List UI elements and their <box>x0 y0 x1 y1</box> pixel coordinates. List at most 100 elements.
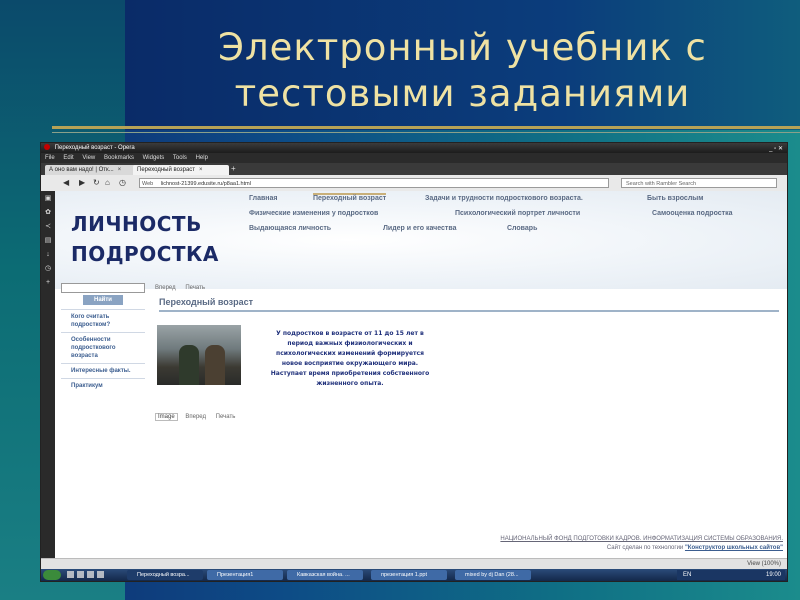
add-panel-icon[interactable]: + <box>44 279 52 287</box>
taskbar-item[interactable]: mixed by dj Dan (28... <box>455 570 531 580</box>
menu-file[interactable]: File <box>45 155 55 161</box>
nav-self-esteem[interactable]: Самооценка подростка <box>652 210 732 217</box>
new-tab-icon[interactable]: + <box>231 165 236 173</box>
nav-leader[interactable]: Лидер и его качества <box>383 225 456 232</box>
address-bar[interactable]: Web lichnost-21399.edusite.ru/p8aa1.html <box>139 178 609 188</box>
taskbar-item[interactable]: Переходный возра... <box>127 570 203 580</box>
widgets-panel-icon[interactable]: ✿ <box>44 209 52 217</box>
close-tab-icon[interactable]: × <box>118 167 122 173</box>
side-panel: ▣ ✿ ≺ ▤ ↓ ◷ + <box>41 191 55 559</box>
menu-widgets[interactable]: Widgets <box>143 155 165 161</box>
title-divider <box>52 126 800 129</box>
forward-link[interactable]: Вперед <box>185 414 206 420</box>
start-button[interactable] <box>43 570 61 580</box>
language-indicator[interactable]: EN <box>683 570 691 580</box>
forward-link[interactable]: Вперед <box>155 285 176 291</box>
print-link[interactable]: Печать <box>185 285 205 291</box>
left-menu-item[interactable]: Интересные факты. <box>61 363 145 378</box>
site-search-input[interactable] <box>61 283 145 293</box>
footer-credits: Сайт сделан по технологии "Конструктор ш… <box>403 544 783 553</box>
teen-photo <box>157 325 241 385</box>
history-panel-icon[interactable]: ◷ <box>44 265 52 273</box>
taskbar-item[interactable]: Кавказская война. ... <box>287 570 363 580</box>
photo-figure <box>179 345 199 385</box>
image-placeholder: Image <box>155 413 178 421</box>
home-icon[interactable]: ⌂ <box>105 178 110 187</box>
close-tab-icon[interactable]: × <box>199 167 203 173</box>
notes-panel-icon[interactable]: ▤ <box>44 237 52 245</box>
downloads-panel-icon[interactable]: ↓ <box>44 251 52 259</box>
left-sidebar: Найти Кого считать подростком? Особеннос… <box>61 283 145 393</box>
page-actions-bottom: Image Вперед Печать <box>155 413 243 421</box>
page-actions-top: Вперед Печать <box>155 285 213 291</box>
navigation-bar: ◀ ▶ ↻ ⌂ ◷ Web lichnost-21399.edusite.ru/… <box>41 175 787 192</box>
left-menu: Кого считать подростком? Особенности под… <box>61 309 145 393</box>
forward-icon[interactable]: ▶ <box>79 178 85 187</box>
back-icon[interactable]: ◀ <box>63 178 69 187</box>
left-menu-item[interactable]: Особенности подросткового возраста <box>61 332 145 363</box>
bookmarks-panel-icon[interactable]: ▣ <box>44 195 52 203</box>
opera-icon <box>44 144 50 151</box>
search-input[interactable]: Search with Rambler Search <box>621 178 777 188</box>
section-title: Переходный возраст <box>159 297 779 312</box>
browser-status-bar: View (100%) <box>41 558 787 569</box>
zoom-level[interactable]: View (100%) <box>747 559 781 569</box>
quicklaunch-icon[interactable] <box>87 571 94 578</box>
footer-constructor-link[interactable]: "Конструктор школьных сайтов" <box>685 545 783 551</box>
article-line: Наступает время приобретения собственног… <box>270 370 430 377</box>
taskbar-item[interactable]: Презентация1 <box>207 570 283 580</box>
site-search-button[interactable]: Найти <box>83 295 123 305</box>
quicklaunch-icon[interactable] <box>97 571 104 578</box>
article-line: психологических изменений формируется <box>276 350 424 357</box>
left-menu-item[interactable]: Кого считать подростком? <box>61 309 145 332</box>
article-line: жизненного опыта. <box>316 380 384 387</box>
tab-1-label: А оно вам надо! | Отк... <box>49 167 114 173</box>
slide-title-line-2: тестовыми заданиями <box>234 72 691 115</box>
browser-screenshot: Переходный возраст - Opera _ ▫ ✕ File Ed… <box>40 142 788 582</box>
print-link[interactable]: Печать <box>216 414 236 420</box>
address-text: lichnost-21399.edusite.ru/p8aa1.html <box>160 181 251 187</box>
reload-icon[interactable]: ↻ <box>93 178 100 187</box>
menu-bookmarks[interactable]: Bookmarks <box>104 155 134 161</box>
menu-bar: File Edit View Bookmarks Widgets Tools H… <box>41 153 787 163</box>
nav-transitional-age[interactable]: Переходный возраст <box>313 193 387 202</box>
clock: 19:00 <box>765 572 781 578</box>
address-prefix: Web <box>142 181 154 187</box>
main-navigation: Главная Переходный возраст Задачи и труд… <box>249 193 783 240</box>
left-menu-item[interactable]: Практикум <box>61 378 145 393</box>
share-panel-icon[interactable]: ≺ <box>44 223 52 231</box>
menu-edit[interactable]: Edit <box>63 155 73 161</box>
quicklaunch-icon[interactable] <box>77 571 84 578</box>
tab-2-label: Переходный возраст <box>137 167 196 173</box>
taskbar-item[interactable]: презентация 1.ppt <box>371 570 447 580</box>
logo-line-1: ЛИЧНОСТЬ <box>71 212 202 236</box>
page-footer: НАЦИОНАЛЬНЫЙ ФОНД ПОДГОТОВКИ КАДРОВ. ИНФ… <box>403 535 783 553</box>
nav-physical-changes[interactable]: Физические изменения у подростков <box>249 210 378 217</box>
article-line: У подростков в возрасте от 11 до 15 лет … <box>276 330 424 337</box>
tab-2[interactable]: Переходный возраст × <box>133 165 229 175</box>
nav-tasks-difficulties[interactable]: Задачи и трудности подросткового возраст… <box>425 195 583 202</box>
article-text: У подростков в возрасте от 11 до 15 лет … <box>255 329 445 389</box>
menu-view[interactable]: View <box>82 155 95 161</box>
menu-help[interactable]: Help <box>196 155 208 161</box>
system-tray: EN 19:00 <box>677 570 785 580</box>
window-title: Переходный возраст - Opera <box>54 145 135 151</box>
footer-org-link[interactable]: НАЦИОНАЛЬНЫЙ ФОНД ПОДГОТОВКИ КАДРОВ. ИНФ… <box>403 535 783 544</box>
search-placeholder: Search with Rambler Search <box>626 181 697 187</box>
nav-home[interactable]: Главная <box>249 195 277 202</box>
nav-be-adult[interactable]: Быть взрослым <box>647 195 703 202</box>
tab-1[interactable]: А оно вам надо! | Отк... × <box>45 165 137 175</box>
nav-outstanding-person[interactable]: Выдающаяся личность <box>249 225 331 232</box>
history-icon[interactable]: ◷ <box>119 178 126 187</box>
site-logo[interactable]: ЛИЧНОСТЬ ПОДРОСТКА <box>71 209 219 269</box>
menu-tools[interactable]: Tools <box>173 155 187 161</box>
nav-psych-portrait[interactable]: Психологический портрет личности <box>455 210 580 217</box>
slide-title: Электронный учебник с тестовыми заданиям… <box>125 25 800 117</box>
web-page: ЛИЧНОСТЬ ПОДРОСТКА Главная Переходный во… <box>55 191 787 559</box>
article-line: период важных физиологических и <box>287 340 413 347</box>
article-line: новое восприятие окружающего мира. <box>281 360 419 367</box>
tab-bar: А оно вам надо! | Отк... × Переходный воз… <box>41 163 787 175</box>
nav-dictionary[interactable]: Словарь <box>507 225 537 232</box>
logo-line-2: ПОДРОСТКА <box>71 242 219 266</box>
quicklaunch-icon[interactable] <box>67 571 74 578</box>
